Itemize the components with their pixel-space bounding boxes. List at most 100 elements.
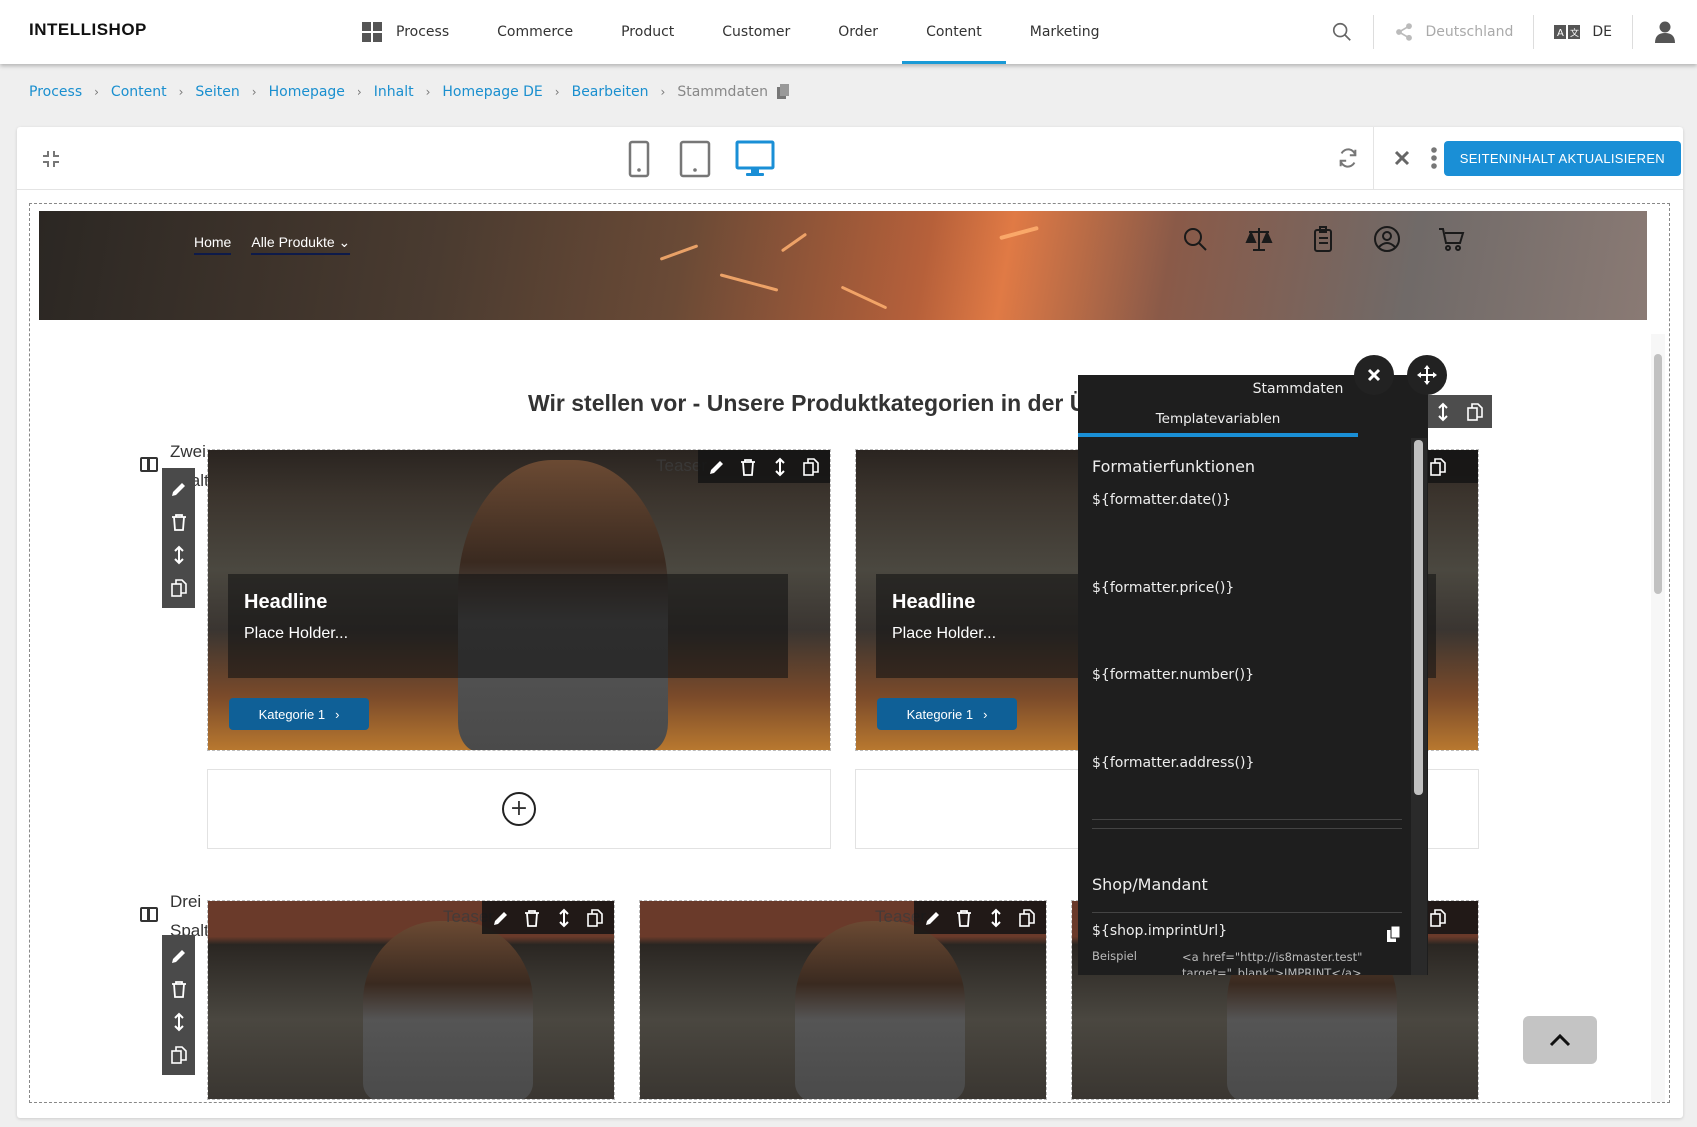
breadcrumb-separator: › bbox=[251, 85, 257, 99]
row-tools bbox=[162, 468, 195, 608]
pencil-icon bbox=[171, 949, 185, 963]
teaser-card[interactable]: Teaser bbox=[639, 900, 1047, 1100]
element-tools bbox=[1428, 395, 1492, 428]
edit-button[interactable] bbox=[706, 455, 728, 479]
teaser-card[interactable]: Teaser bbox=[207, 900, 615, 1100]
nav-item-content[interactable]: Content bbox=[902, 0, 1006, 64]
copy-icon[interactable] bbox=[1387, 926, 1401, 942]
pencil-icon bbox=[709, 460, 723, 474]
resize-vertical-icon[interactable] bbox=[1437, 402, 1448, 422]
example-label: Beispiel bbox=[1092, 949, 1137, 963]
variable-item[interactable]: ${formatter.date()} bbox=[1092, 492, 1231, 508]
breadcrumb-item[interactable]: Content bbox=[111, 84, 167, 100]
shop-selector[interactable]: Deutschland bbox=[1374, 22, 1534, 42]
exit-fullscreen-button[interactable] bbox=[39, 147, 63, 171]
divider bbox=[1092, 912, 1402, 913]
breadcrumb-item[interactable]: Inhalt bbox=[374, 84, 414, 100]
breadcrumb-item[interactable]: Homepage bbox=[269, 84, 345, 100]
nav-item-process[interactable]: Process bbox=[338, 0, 473, 64]
nav-item-product[interactable]: Product bbox=[597, 0, 698, 64]
close-editor-button[interactable] bbox=[1391, 147, 1413, 169]
nav-item-customer[interactable]: Customer bbox=[698, 0, 814, 64]
close-panel-button[interactable] bbox=[1354, 355, 1394, 395]
panel-scrollbar-thumb[interactable] bbox=[1414, 440, 1423, 795]
breadcrumb-item[interactable]: Process bbox=[29, 84, 82, 100]
duplicate-button[interactable] bbox=[1017, 906, 1039, 930]
update-page-content-button[interactable]: SEITENINHALT AKTUALISIEREN bbox=[1443, 141, 1681, 176]
duplicate-button[interactable] bbox=[167, 1038, 191, 1071]
edit-button[interactable] bbox=[167, 939, 191, 972]
mobile-phone-icon bbox=[628, 140, 650, 178]
edit-button[interactable] bbox=[167, 472, 191, 505]
resize-vertical-icon bbox=[173, 545, 184, 564]
shop-header-icons bbox=[1181, 225, 1465, 253]
move-button[interactable] bbox=[167, 538, 191, 571]
breadcrumb-item[interactable]: Homepage DE bbox=[442, 84, 542, 100]
edit-button[interactable] bbox=[922, 906, 944, 930]
compare-scale-icon[interactable] bbox=[1245, 225, 1273, 253]
breadcrumb-separator: › bbox=[425, 85, 431, 99]
preview-scrollbar-thumb[interactable] bbox=[1654, 354, 1662, 594]
delete-button[interactable] bbox=[522, 906, 544, 930]
duplicate-button[interactable] bbox=[801, 455, 823, 479]
duplicate-button[interactable] bbox=[1426, 906, 1450, 930]
category-button[interactable]: Kategorie 1 › bbox=[877, 698, 1017, 730]
delete-button[interactable] bbox=[738, 455, 760, 479]
category-button-label: Kategorie 1 bbox=[906, 706, 974, 722]
user-menu-button[interactable] bbox=[1633, 21, 1697, 43]
search-button[interactable] bbox=[1311, 21, 1373, 43]
breadcrumb-item[interactable]: Bearbeiten bbox=[572, 84, 649, 100]
variable-item[interactable]: ${formatter.number()} bbox=[1092, 667, 1254, 683]
account-icon[interactable] bbox=[1373, 225, 1401, 253]
device-mobile-button[interactable] bbox=[627, 139, 651, 179]
breadcrumb: Process › Content › Seiten › Homepage › Inha… bbox=[29, 84, 790, 100]
decoration bbox=[840, 285, 888, 310]
move-button[interactable] bbox=[553, 906, 575, 930]
tab-templatevariablen[interactable]: Templatevariablen bbox=[1078, 411, 1358, 437]
cart-icon[interactable] bbox=[1437, 225, 1465, 253]
move-button[interactable] bbox=[769, 455, 791, 479]
nav-item-order[interactable]: Order bbox=[814, 0, 902, 64]
language-label: DE bbox=[1592, 24, 1612, 40]
decoration bbox=[999, 225, 1039, 241]
edit-button[interactable] bbox=[490, 906, 512, 930]
teaser-card[interactable]: Headline Place Holder... Kategorie 1 › Te… bbox=[207, 449, 831, 751]
logo[interactable]: INTELLISHOP bbox=[29, 20, 147, 40]
editor-frame: SEITENINHALT AKTUALISIEREN Home Alle Pro… bbox=[17, 127, 1683, 1118]
trash-icon bbox=[525, 909, 540, 927]
pencil-icon bbox=[925, 911, 939, 925]
add-element-button[interactable]: + bbox=[502, 792, 536, 826]
move-button[interactable] bbox=[167, 1005, 191, 1038]
drag-panel-handle[interactable] bbox=[1407, 355, 1447, 395]
scroll-to-top-button[interactable] bbox=[1523, 1016, 1597, 1064]
delete-button[interactable] bbox=[954, 906, 976, 930]
copy-icon bbox=[587, 908, 604, 927]
clipboard-list-icon[interactable] bbox=[1309, 225, 1337, 253]
device-tablet-button[interactable] bbox=[678, 139, 712, 179]
delete-button[interactable] bbox=[167, 505, 191, 538]
language-selector[interactable]: A文 DE bbox=[1534, 24, 1632, 40]
duplicate-button[interactable] bbox=[1426, 455, 1450, 479]
shop-nav-home[interactable]: Home bbox=[194, 234, 232, 255]
refresh-button[interactable] bbox=[1335, 145, 1361, 171]
breadcrumb-separator: › bbox=[660, 85, 666, 99]
delete-button[interactable] bbox=[167, 972, 191, 1005]
duplicate-button[interactable] bbox=[167, 571, 191, 604]
duplicate-button[interactable] bbox=[585, 906, 607, 930]
move-button[interactable] bbox=[985, 906, 1007, 930]
nav-item-marketing[interactable]: Marketing bbox=[1006, 0, 1124, 64]
variable-item[interactable]: ${formatter.address()} bbox=[1092, 755, 1254, 771]
variable-item[interactable]: ${formatter.price()} bbox=[1092, 580, 1234, 596]
breadcrumb-separator: › bbox=[178, 85, 184, 99]
nav-item-commerce[interactable]: Commerce bbox=[473, 0, 597, 64]
breadcrumb-item[interactable]: Seiten bbox=[195, 84, 239, 100]
shop-nav-all-products[interactable]: Alle Produkte ⌄ bbox=[251, 234, 351, 255]
copy-icon[interactable] bbox=[1466, 402, 1483, 421]
teaser-tools bbox=[914, 901, 1046, 934]
copy-icon[interactable] bbox=[776, 84, 790, 100]
variable-item[interactable]: ${shop.imprintUrl} bbox=[1092, 923, 1227, 939]
device-desktop-button[interactable] bbox=[734, 139, 776, 179]
search-icon[interactable] bbox=[1181, 225, 1209, 253]
category-button[interactable]: Kategorie 1 › bbox=[229, 698, 369, 730]
more-options-button[interactable] bbox=[1427, 145, 1441, 171]
